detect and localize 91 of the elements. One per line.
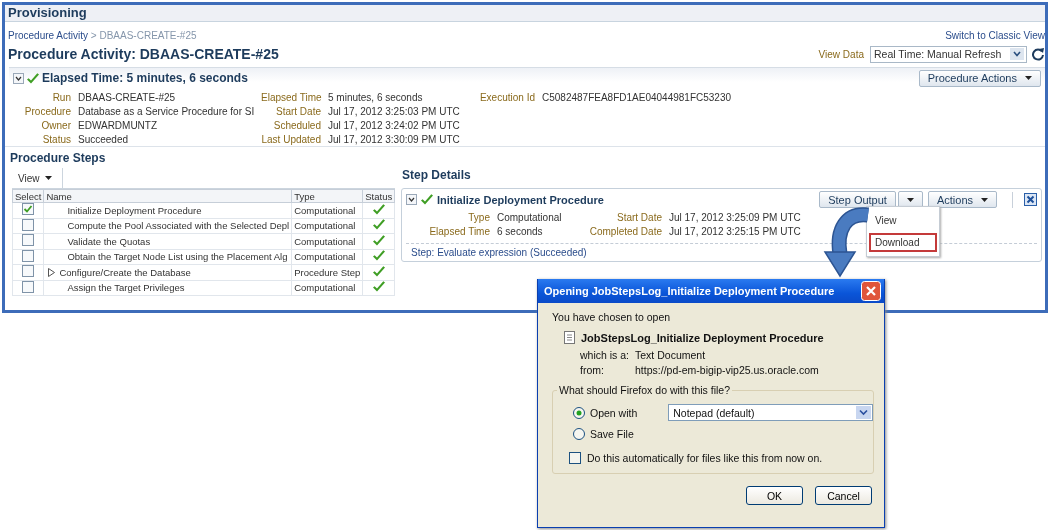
field-value: Succeeded xyxy=(78,133,130,147)
caret-icon xyxy=(1025,76,1032,80)
step-type: Computational xyxy=(291,233,363,249)
checkbox[interactable] xyxy=(569,452,581,464)
option-label[interactable]: Open with xyxy=(590,406,638,419)
breadcrumb-link[interactable]: Procedure Activity xyxy=(8,30,89,41)
breadcrumb-separator: > xyxy=(89,30,98,41)
checkbox[interactable] xyxy=(22,203,35,216)
page-header: Provisioning xyxy=(5,5,1045,22)
field-value: C5082487FEA8FD1AE04044981FC53230 xyxy=(542,91,732,105)
caret-icon xyxy=(44,176,52,180)
checkbox[interactable] xyxy=(22,218,35,231)
checkbox[interactable] xyxy=(22,280,35,293)
menu-item[interactable]: Download xyxy=(869,233,937,252)
step-type: Computational xyxy=(291,218,363,234)
field-label: Elapsed Time xyxy=(428,225,490,239)
expand-icon[interactable] xyxy=(48,267,56,277)
radio-button[interactable] xyxy=(573,406,585,419)
option-label[interactable]: Save File xyxy=(590,427,634,440)
group-label: What should Firefox do with this file? xyxy=(558,384,731,396)
field-label: Completed Date xyxy=(588,225,662,239)
breadcrumb-current: DBAAS-CREATE-#25 xyxy=(99,30,197,41)
field-label: Status xyxy=(41,133,71,147)
collapse-icon[interactable] xyxy=(13,72,24,84)
field-value: Database as a Service Procedure for SI xyxy=(78,105,254,119)
field-label: View Data xyxy=(818,48,864,60)
dialog-button[interactable]: OK xyxy=(746,486,803,505)
step-title: Initialize Deployment Procedure xyxy=(437,193,605,206)
field-label: Type xyxy=(467,211,490,225)
caret-icon xyxy=(981,197,988,202)
close-icon[interactable] xyxy=(1024,193,1037,206)
switch-view-link[interactable]: Switch to Classic View xyxy=(945,30,1045,41)
checkbox[interactable] xyxy=(22,265,35,278)
field-label: Procedure xyxy=(23,105,71,119)
field-label: Start Date xyxy=(274,105,321,119)
field-label: Run xyxy=(51,91,71,105)
section-title: Procedure Steps xyxy=(9,150,107,167)
step-message: Step: Evaluate expression (Succeeded) xyxy=(410,246,588,258)
field-value: Jul 17, 2012 3:25:09 PM UTC xyxy=(669,211,801,225)
step-output-button[interactable]: Step Output xyxy=(819,191,896,208)
section-title: Step Details xyxy=(401,167,472,184)
procedure-actions-button[interactable]: Procedure Actions xyxy=(918,69,1041,87)
field-label: Scheduled xyxy=(272,119,321,133)
column-header: Status xyxy=(362,189,395,203)
radio-button[interactable] xyxy=(573,427,585,440)
curved-arrow xyxy=(823,207,869,278)
step-type: Procedure Step xyxy=(291,264,363,280)
field-label: Start Date xyxy=(615,211,662,225)
field-label: Elapsed Time xyxy=(261,91,321,105)
step-type: Computational xyxy=(291,280,363,296)
field-value: https://pd-em-bigip-vip25.us.oracle.com xyxy=(635,364,819,376)
dialog-title: Opening JobStepsLog_Initialize Deployment Procedure xyxy=(544,285,835,297)
field-value: DBAAS-CREATE-#25 xyxy=(78,91,177,105)
field-label: which is a: xyxy=(580,349,630,361)
field-value: Jul 17, 2012 3:25:03 PM UTC xyxy=(328,105,461,119)
field-value: Computational xyxy=(497,211,559,225)
view-menu[interactable]: View xyxy=(12,168,63,188)
page-title: Procedure Activity: DBAAS-CREATE-#25 xyxy=(8,46,280,62)
collapse-icon[interactable] xyxy=(406,194,417,205)
chevron-icon xyxy=(1010,48,1024,60)
field-value: EDWARDMUNTZ xyxy=(78,119,159,133)
step-type: Computational xyxy=(291,202,363,218)
chevron-icon xyxy=(856,406,872,419)
checkbox[interactable] xyxy=(22,249,35,262)
actions-button[interactable]: Actions xyxy=(927,191,997,208)
column-header: Type xyxy=(291,189,363,203)
file-name: JobStepsLog_Initialize Deployment Procedure xyxy=(581,331,824,344)
field-value: Text Document xyxy=(635,349,707,361)
dialog-button[interactable]: Cancel xyxy=(815,486,872,505)
field-value: 5 minutes, 6 seconds xyxy=(328,91,424,105)
menu-item[interactable]: View xyxy=(869,211,937,230)
checkbox-label[interactable]: Do this automatically for files like this from now on. xyxy=(587,452,823,464)
caret-icon xyxy=(906,197,914,202)
step-type: Computational xyxy=(291,249,363,265)
field-value: 6 seconds xyxy=(497,225,544,239)
column-header: Name xyxy=(43,189,292,203)
dialog-text: You have chosen to open xyxy=(552,311,672,323)
field-label: Last Updated xyxy=(261,133,321,147)
section-title: Elapsed Time: 5 minutes, 6 seconds xyxy=(42,71,249,85)
field-label: Owner xyxy=(40,119,71,133)
view-data-select[interactable]: Real Time: Manual Refresh xyxy=(870,45,1027,63)
field-label: from: xyxy=(580,364,605,376)
refresh-icon[interactable] xyxy=(1031,47,1045,61)
checkbox[interactable] xyxy=(22,234,35,247)
application-select[interactable]: Notepad (default) xyxy=(668,404,874,421)
field-value: Jul 17, 2012 3:30:09 PM UTC xyxy=(328,133,461,147)
field-label: Execution Id xyxy=(478,91,535,105)
column-header: Select xyxy=(12,189,44,203)
field-value: Jul 17, 2012 3:24:02 PM UTC xyxy=(328,119,461,133)
document-icon xyxy=(564,331,575,344)
field-value: Jul 17, 2012 3:25:15 PM UTC xyxy=(669,225,801,239)
